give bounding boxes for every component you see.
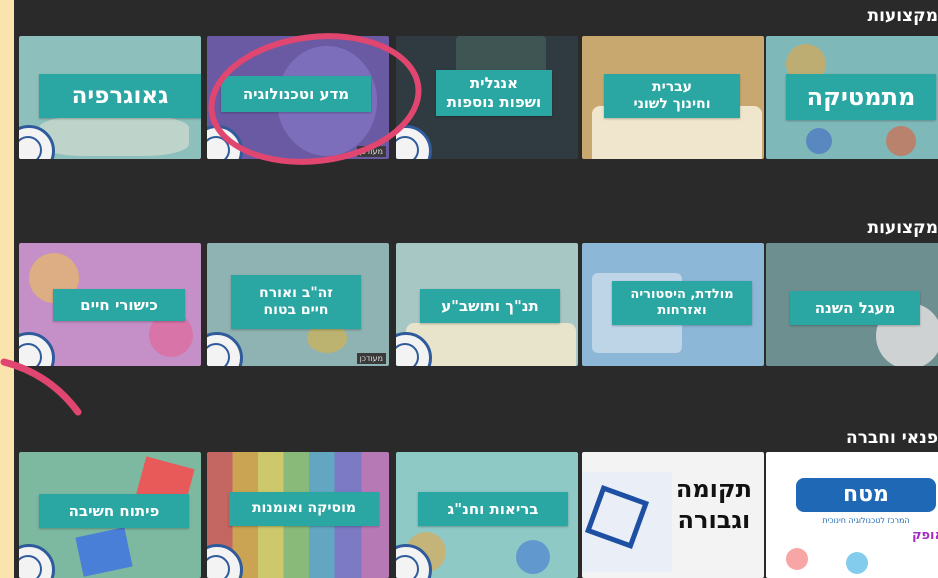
seal-badge [207,332,243,366]
section-title-subjects-1: מקצועות [867,6,938,26]
card-mateh[interactable]: מטח המרכז לטכנולוגיה חינוכית אופק [766,452,938,578]
decor-shape [516,540,550,574]
card-label-safety-line1: זה"ב ואורח [259,284,333,301]
card-thinking-development[interactable]: פיתוח חשיבה [19,452,201,578]
seal-badge [19,544,55,578]
card-label-bible: תנ"ך ותושב"ע [420,289,560,323]
card-label-music-art: מוסיקה ואומנות [229,492,379,526]
card-music-art[interactable]: מוסיקה ואומנות [207,452,389,578]
card-label-geography: גאוגרפיה [39,74,201,118]
card-label-english: אנגלית ושפות נוספות [436,70,552,116]
card-label-math: מתמטיקה [786,74,936,120]
card-label-revival-heroism: תקומה וגבורה [676,474,752,536]
card-label-homeland-history-line2: ואזרחות [657,303,707,318]
card-year-cycle[interactable]: מעגל השנה [766,243,938,366]
card-label-homeland-history: מולדת, היסטוריה ואזרחות [612,281,752,325]
card-label-hebrew-line2: וחינוך לשוני [633,96,711,112]
card-hebrew[interactable]: עברית וחינוך לשוני [582,36,764,159]
card-label-english-line1: אנגלית [469,74,519,93]
card-safety[interactable]: זה"ב ואורח חיים בטוח מעודכן [207,243,389,366]
decor-shape [846,552,868,574]
section-title-leisure: פנאי וחברה [846,428,938,448]
card-label-safety: זה"ב ואורח חיים בטוח [231,275,361,329]
card-label-english-line2: ושפות נוספות [446,93,542,111]
card-label-revival-heroism-line2: וגבורה [677,506,751,535]
card-label-health-pe: בריאות וחנ"ג [418,492,568,526]
card-label-safety-line2: חיים בטוח [263,302,329,318]
card-health-pe[interactable]: בריאות וחנ"ג [396,452,578,578]
decor-shape [39,116,189,156]
mateh-subtitle: המרכז לטכנולוגיה חינוכית [822,516,910,525]
card-math[interactable]: מתמטיקה [766,36,938,159]
card-label-life-skills: כישורי חיים [53,289,185,321]
card-english[interactable]: אנגלית ושפות נוספות [396,36,578,159]
card-label-homeland-history-line1: מולדת, היסטוריה [630,286,734,302]
card-label-revival-heroism-line1: תקומה [675,475,752,503]
decor-shape [786,548,808,570]
decor-shape [886,126,916,156]
card-geography[interactable]: גאוגרפיה [19,36,201,159]
card-label-year-cycle: מעגל השנה [790,291,920,325]
card-label-hebrew: עברית וחינוך לשוני [604,74,740,118]
section-title-subjects-2: מקצועות [867,218,938,238]
card-homeland-history[interactable]: מולדת, היסטוריה ואזרחות [582,243,764,366]
updated-tag: מעודכן [356,353,386,364]
catalog-screen: מקצועות מתמטיקה עברית וחינוך לשוני אנגלי… [14,0,938,578]
card-label-hebrew-line1: עברית [652,78,692,95]
card-life-skills[interactable]: כישורי חיים [19,243,201,366]
annotation-arrow-curve [0,358,82,416]
decor-shape [806,128,832,154]
ofek-text: אופק [911,528,938,543]
mateh-logo: מטח [796,478,936,512]
block-shape [75,527,133,577]
card-label-thinking-development: פיתוח חשיבה [39,494,189,528]
card-bible[interactable]: תנ"ך ותושב"ע [396,243,578,366]
card-revival-heroism[interactable]: תקומה וגבורה [582,452,764,578]
